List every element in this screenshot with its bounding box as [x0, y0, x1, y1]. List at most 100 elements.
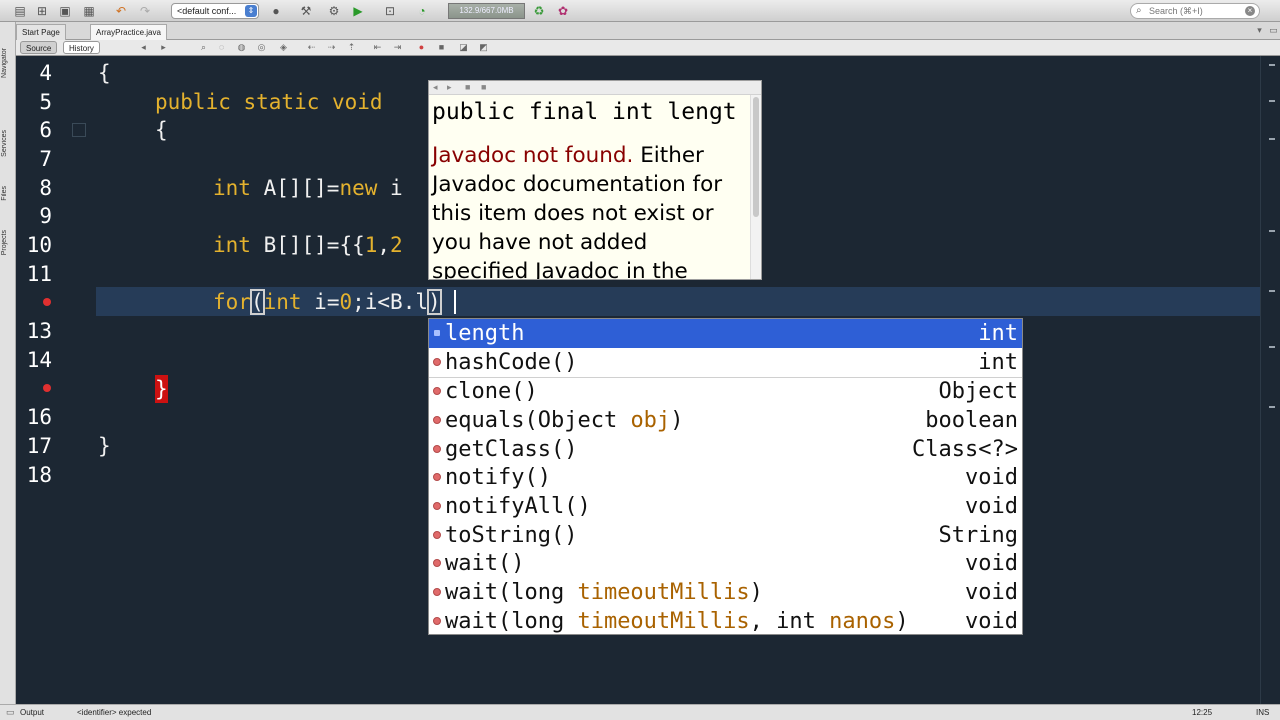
name-part: ) — [749, 580, 763, 605]
sidebar-tab-services[interactable]: Services — [1, 130, 8, 157]
shift-left-icon[interactable]: ⇤ — [372, 42, 383, 53]
forward-icon[interactable]: ▸ — [447, 82, 452, 93]
profile-icon[interactable]: ◔ — [414, 3, 430, 19]
find-selection-icon[interactable]: ◎ — [256, 42, 267, 53]
completion-item[interactable]: wait() void — [429, 549, 1022, 578]
window-menu-icon[interactable]: ▾ — [1254, 25, 1265, 36]
completion-item[interactable]: notifyAll() void — [429, 492, 1022, 521]
history-button[interactable]: History — [63, 41, 100, 54]
clear-icon[interactable]: × — [1245, 6, 1255, 16]
uncomment-icon[interactable]: ◩ — [478, 42, 489, 53]
maximize-icon[interactable]: ▭ — [1268, 25, 1279, 36]
find-previous-icon[interactable]: ◌ — [216, 42, 227, 53]
find-next-icon[interactable]: ◍ — [236, 42, 247, 53]
scroll-thumb[interactable] — [753, 97, 759, 217]
build-icon[interactable]: ⚒ — [298, 3, 314, 19]
open-browser-icon[interactable]: ■ — [465, 82, 470, 92]
globe-icon[interactable]: ● — [268, 3, 284, 19]
completion-item[interactable]: notify() void — [429, 463, 1022, 492]
completion-name: notifyAll() — [445, 494, 591, 519]
number-literal: 0 — [339, 290, 353, 314]
completion-name: wait(long timeoutMillis, int nanos) — [445, 607, 909, 634]
name-part: ) — [670, 408, 684, 433]
back-icon[interactable]: ◂ — [433, 82, 438, 93]
code-completion-popup: length int hashCode() int clone() Object eq… — [428, 318, 1023, 635]
code-line: public static void — [155, 90, 383, 114]
chevron-down-icon: ⇕ — [245, 5, 257, 17]
bracket-highlight: ( — [249, 289, 265, 315]
tab-start-page[interactable]: Start Page — [16, 24, 66, 40]
search-icon: ⌕ — [1136, 5, 1142, 16]
line-number: 6 — [39, 118, 52, 142]
code-text: , — [377, 233, 391, 257]
debug-icon[interactable]: ⊡ — [382, 3, 398, 19]
status-bar: ▭ Output <identifier> expected 12:25 INS — [0, 704, 1280, 720]
error-marker-icon[interactable] — [43, 384, 51, 392]
next-bookmark-icon[interactable]: ⇢ — [326, 42, 337, 53]
line-number: 13 — [26, 319, 52, 343]
editor-scrollbar[interactable] — [1260, 56, 1280, 704]
find-icon[interactable]: ⌕ — [198, 42, 209, 53]
search-box[interactable]: ⌕ Search (⌘+I) × — [1130, 3, 1260, 19]
code-text: B[][]={{ — [250, 233, 365, 257]
method-icon — [433, 588, 441, 596]
output-tab[interactable]: Output — [20, 705, 44, 720]
redo-icon[interactable]: ↷ — [137, 3, 153, 19]
prev-bookmark-icon[interactable]: ⇠ — [306, 42, 317, 53]
toggle-bookmark-icon[interactable]: ⇡ — [346, 42, 357, 53]
back-icon[interactable]: ◂ — [138, 42, 149, 53]
forward-icon[interactable]: ▸ — [158, 42, 169, 53]
completion-item[interactable]: clone() Object — [429, 377, 1022, 406]
sidebar-tab-projects[interactable]: Projects — [1, 230, 8, 255]
start-macro-icon[interactable]: ● — [416, 42, 427, 53]
fold-marker-icon[interactable] — [72, 123, 86, 137]
code-line: int B[][]={{1,2 — [213, 231, 403, 259]
ide-window: ▤ ⊞ ▣ ▦ ↶ ↷ <default conf... ⇕ ● ⚒ ⚙ ▶ ⊡ … — [0, 0, 1280, 720]
clean-build-icon[interactable]: ⚙ — [326, 3, 342, 19]
keyword: for — [213, 290, 251, 314]
source-toolbar: Source History ◂ ▸ ⌕ ◌ ◍ ◎ ◈ ⇠ ⇢ ⇡ ⇤ ⇥ ●… — [16, 40, 1280, 56]
memory-indicator[interactable]: 132.9/667.0MB — [448, 3, 525, 19]
method-icon — [433, 445, 441, 453]
completion-item[interactable]: wait(long timeoutMillis) void — [429, 578, 1022, 607]
profile-ide-icon[interactable]: ✿ — [555, 3, 571, 19]
completion-item[interactable]: getClass() Class<?> — [429, 435, 1022, 464]
completion-item[interactable]: wait(long timeoutMillis, int nanos) void — [429, 607, 1022, 634]
sidebar-tab-navigator[interactable]: Navigator — [1, 48, 8, 78]
open-project-icon[interactable]: ▣ — [57, 3, 73, 19]
save-all-icon[interactable]: ▦ — [81, 3, 97, 19]
line-number: 18 — [26, 463, 52, 487]
shift-right-icon[interactable]: ⇥ — [392, 42, 403, 53]
completion-name: wait() — [445, 551, 525, 576]
new-file-icon[interactable]: ▤ — [12, 3, 28, 19]
source-button[interactable]: Source — [20, 41, 58, 54]
completion-item[interactable]: length int — [429, 319, 1022, 348]
config-dropdown[interactable]: <default conf... ⇕ — [171, 3, 259, 19]
gc-icon[interactable]: ♻ — [531, 3, 547, 19]
completion-item[interactable]: hashCode() int — [429, 348, 1022, 377]
tab-array-practice[interactable]: ArrayPractice.java — [90, 24, 167, 40]
error-marker-icon[interactable] — [43, 298, 51, 306]
code-text: ;i<B.l — [352, 290, 428, 314]
completion-item[interactable]: equals(Object obj) boolean — [429, 406, 1022, 435]
javadoc-scrollbar[interactable] — [750, 95, 761, 279]
name-part: ) — [895, 609, 909, 634]
scroll-marker — [1269, 406, 1275, 408]
line-gutter: 4 5 6 7 8 9 10 11 13 14 16 17 18 — [16, 56, 64, 704]
run-icon[interactable]: ▶ — [350, 3, 366, 19]
undo-icon[interactable]: ↶ — [113, 3, 129, 19]
completion-item[interactable]: toString() String — [429, 521, 1022, 550]
sidebar-tab-files[interactable]: Files — [1, 186, 8, 201]
completion-type: void — [965, 580, 1018, 605]
goto-source-icon[interactable]: ■ — [481, 82, 486, 92]
param-name: timeoutMillis — [577, 580, 750, 605]
comment-icon[interactable]: ◪ — [458, 42, 469, 53]
toggle-highlight-icon[interactable]: ◈ — [278, 42, 289, 53]
memory-label: 132.9/667.0MB — [459, 6, 514, 15]
line-number: 10 — [26, 233, 52, 257]
code-text: i — [377, 176, 403, 200]
stop-macro-icon[interactable]: ■ — [436, 42, 447, 53]
number-literal: 2 — [390, 233, 403, 257]
javadoc-body: Javadoc not found. Either Javadoc docume… — [432, 141, 744, 279]
new-project-icon[interactable]: ⊞ — [34, 3, 50, 19]
